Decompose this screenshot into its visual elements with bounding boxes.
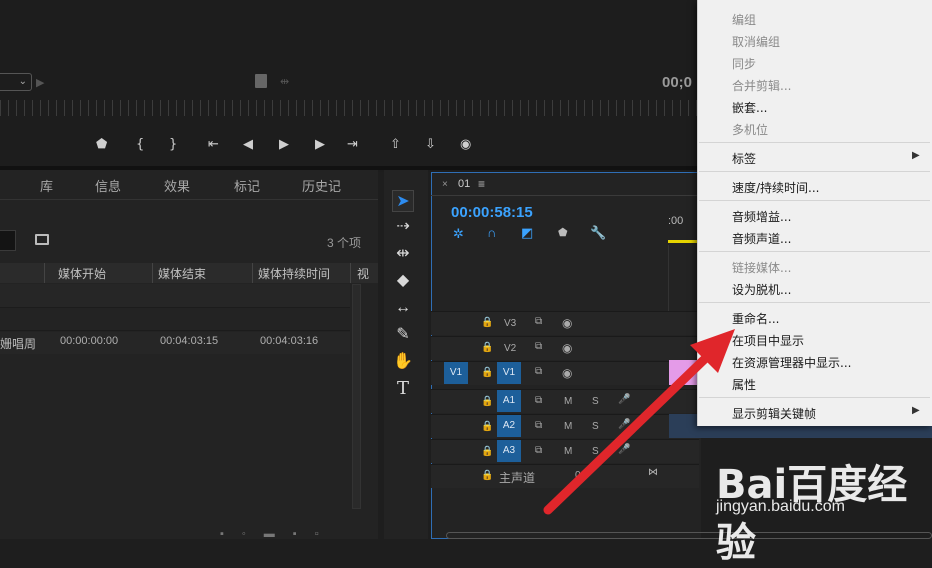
watermark-url: jingyan.baidu.com [716, 498, 845, 515]
